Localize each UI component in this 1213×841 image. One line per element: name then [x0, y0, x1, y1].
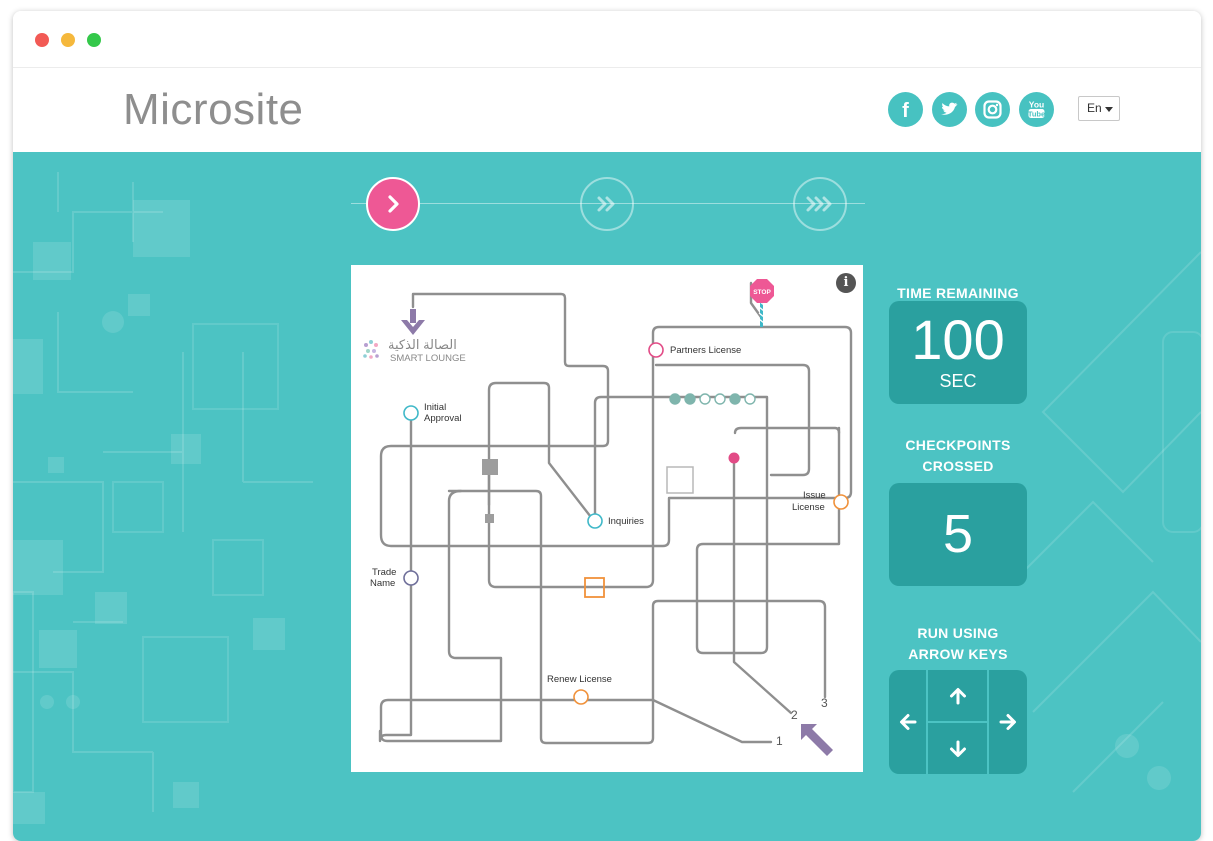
stop-sign-icon: STOP: [750, 279, 774, 327]
label-trade-name-2: Name: [370, 578, 396, 589]
maximize-window-button[interactable]: [87, 33, 101, 47]
browser-window: Microsite f You Tube En STOP i الصالة ال…: [13, 11, 1201, 841]
smart-lounge-logo-mark: [363, 340, 379, 359]
time-remaining-unit: SEC: [939, 371, 977, 391]
site-header: Microsite f You Tube En: [13, 71, 1201, 152]
checkpoints-box: 5: [889, 483, 1027, 586]
smart-lounge-english: SMART LOUNGE: [390, 353, 466, 364]
arrow-up-button[interactable]: [928, 670, 987, 721]
label-initial-approval-2: Approval: [424, 413, 462, 424]
step-1[interactable]: [366, 177, 420, 231]
arrow-keypad: [889, 670, 1027, 774]
controls-title-1: RUN USING: [917, 625, 999, 641]
arrow-right-button[interactable]: [989, 670, 1027, 774]
twitter-icon[interactable]: [932, 92, 967, 127]
double-chevron-right-icon: [597, 196, 615, 212]
chevron-right-icon: [388, 195, 399, 213]
youtube-icon-text-bottom: Tube: [1028, 109, 1045, 118]
language-select[interactable]: En: [1078, 96, 1120, 121]
label-trade-name-1: Trade: [372, 567, 397, 578]
arrow-down-icon: [949, 740, 966, 757]
youtube-icon-text-top: You: [1029, 100, 1044, 110]
game-area: STOP i الصالة الذكية SMART LOUNGE Partne…: [13, 152, 1201, 841]
arrow-right-icon: [999, 714, 1016, 730]
label-initial-approval-1: Initial: [424, 402, 447, 413]
maze-block: [485, 514, 494, 523]
stop-sign-text: STOP: [753, 289, 771, 296]
checkpoint-inquiries: [587, 513, 603, 529]
title-bar: [13, 11, 1201, 68]
arrow-down-button[interactable]: [928, 723, 987, 774]
label-partners-license: Partners License: [670, 345, 742, 356]
step-3[interactable]: [793, 177, 847, 231]
time-remaining-box: 100 SEC: [889, 301, 1027, 404]
arrow-up-icon: [949, 687, 966, 704]
facebook-icon[interactable]: f: [888, 92, 923, 127]
checkpoint-partners-license: [648, 342, 664, 358]
checkpoint-initial-approval: [403, 405, 419, 421]
start-number-3: 3: [821, 696, 828, 710]
maze-gate: [666, 466, 694, 494]
checkpoint-renew-license: [573, 689, 589, 705]
start-arrow-icon: [801, 724, 833, 756]
checkpoints-value: 5: [942, 504, 974, 564]
player-marker: [728, 452, 740, 464]
arrow-left-icon: [899, 714, 916, 730]
checkpoints-title-2: CROSSED: [922, 458, 994, 474]
checkpoints-title-1: CHECKPOINTS: [905, 437, 1011, 453]
label-issue-license-1: Issue: [803, 490, 826, 501]
arrow-left-button[interactable]: [889, 670, 926, 774]
youtube-icon[interactable]: You Tube: [1019, 92, 1054, 127]
start-number-2: 2: [791, 708, 798, 722]
smart-lounge-arabic: الصالة الذكية: [388, 337, 457, 352]
checkpoint-trade-name: [403, 570, 419, 586]
maze-board[interactable]: STOP i الصالة الذكية SMART LOUNGE Partne…: [351, 265, 863, 772]
minimize-window-button[interactable]: [61, 33, 75, 47]
entry-arrow-icon: [401, 309, 425, 335]
time-remaining-value: 100: [911, 308, 1005, 371]
start-number-1: 1: [776, 734, 783, 748]
chevron-down-icon: [1105, 107, 1113, 112]
language-selected: En: [1087, 101, 1102, 115]
close-window-button[interactable]: [35, 33, 49, 47]
controls-title-2: ARROW KEYS: [908, 646, 1008, 662]
label-renew-license: Renew License: [547, 674, 612, 685]
site-logo[interactable]: Microsite: [123, 85, 304, 135]
triple-chevron-right-icon: [806, 196, 832, 212]
label-issue-license-2: License: [792, 502, 825, 513]
instagram-icon[interactable]: [975, 92, 1010, 127]
maze-block: [482, 459, 498, 475]
svg-text:f: f: [902, 100, 909, 122]
checkpoint-issue-license: [833, 494, 849, 510]
label-inquiries: Inquiries: [608, 516, 644, 527]
info-icon[interactable]: i: [836, 273, 856, 293]
step-2[interactable]: [580, 177, 634, 231]
